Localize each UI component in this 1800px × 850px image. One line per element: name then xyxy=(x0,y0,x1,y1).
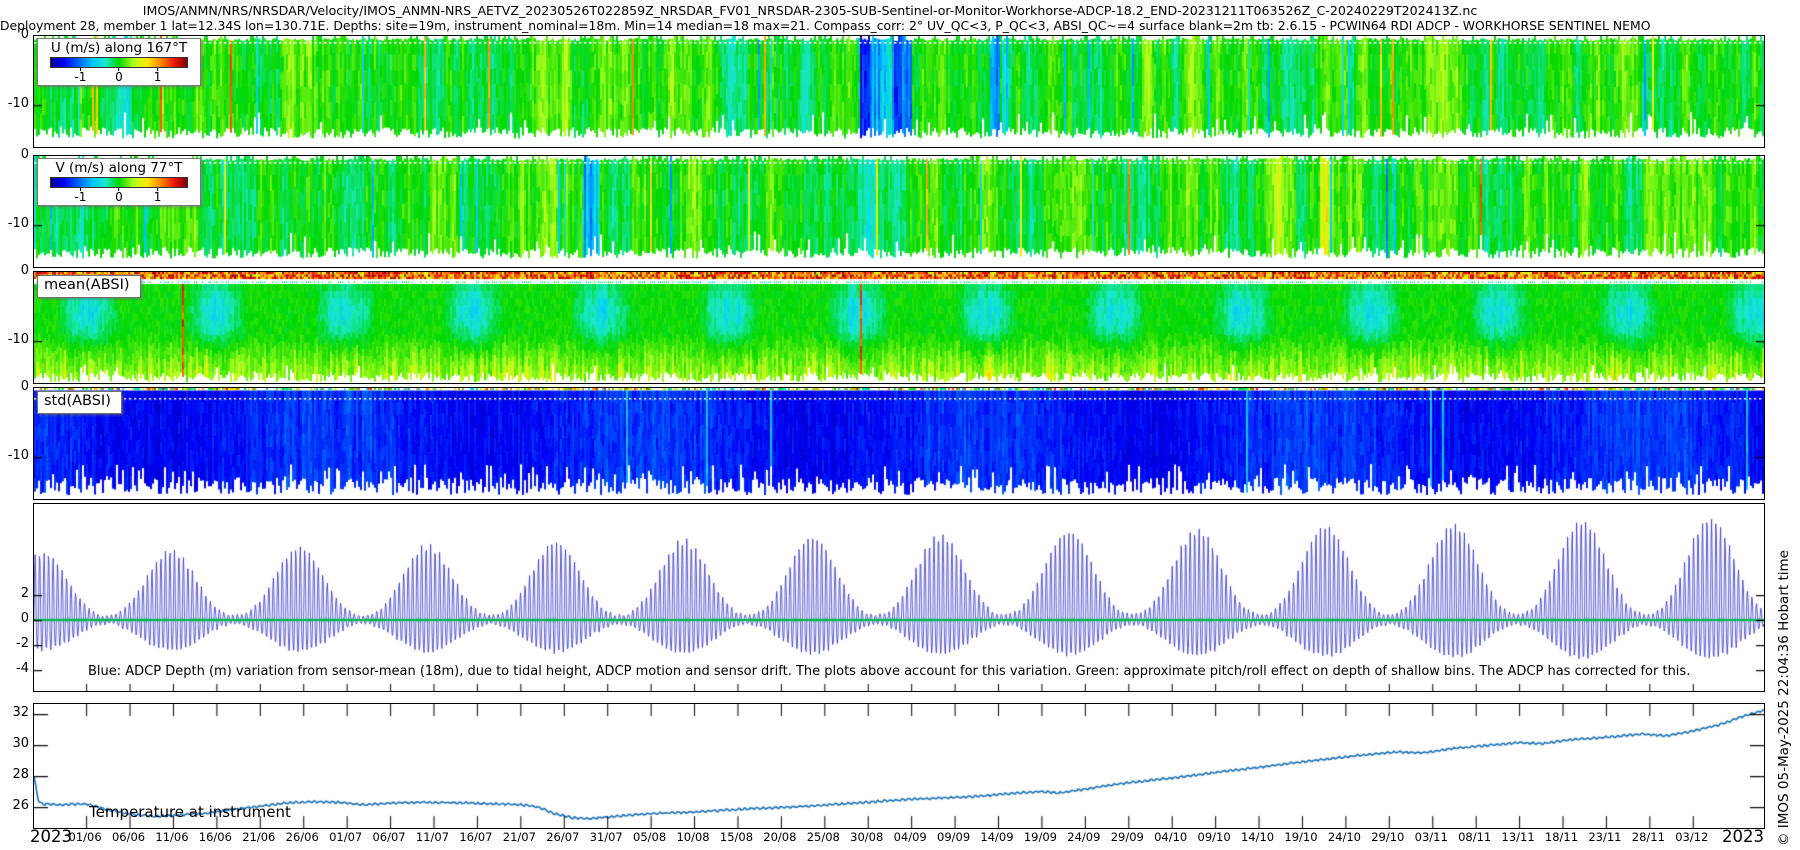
xtick-date-label: 25/08 xyxy=(801,830,845,844)
figure-root: IMOS/ANMN/NRS/NRSDAR/Velocity/IMOS_ANMN-… xyxy=(0,0,1800,850)
xtick-date-label: 31/07 xyxy=(584,830,628,844)
xtick-date-label: 15/08 xyxy=(714,830,758,844)
temperature-label: Temperature at instrument xyxy=(89,803,291,821)
xtick-date-label: 01/07 xyxy=(324,830,368,844)
ytick-temperature: 32 xyxy=(0,705,29,720)
ytick-depth: 0 xyxy=(0,611,29,626)
xtick-date-label: 11/07 xyxy=(410,830,454,844)
xtick-date-label: 19/09 xyxy=(1018,830,1062,844)
ytick-v: 0 xyxy=(0,147,29,162)
u-colorbar-ticks: -1 0 1 xyxy=(50,68,188,83)
ytick-temperature: 28 xyxy=(0,767,29,782)
xtick-date-label: 28/11 xyxy=(1626,830,1670,844)
xtick-date-label: 03/12 xyxy=(1670,830,1714,844)
xtick-date-label: 09/09 xyxy=(932,830,976,844)
xtick-date-label: 20/08 xyxy=(758,830,802,844)
xtick-date-label: 26/06 xyxy=(280,830,324,844)
v-colorbar-tick: 1 xyxy=(154,188,162,203)
ytick-u: 0 xyxy=(0,27,29,42)
xtick-date-label: 14/10 xyxy=(1236,830,1280,844)
xtick-date-label: 11/06 xyxy=(150,830,194,844)
v-colorbar-ticks: -1 0 1 xyxy=(50,188,188,203)
u-colorbar xyxy=(50,57,188,68)
ytick-std_absi: 0 xyxy=(0,379,29,394)
u-legend-title: U (m/s) along 167°T xyxy=(38,40,200,56)
year-label-right: 2023 xyxy=(1722,827,1764,846)
panel-temperature: Temperature at instrument xyxy=(33,703,1765,829)
xtick-date-label: 23/11 xyxy=(1583,830,1627,844)
xtick-date-label: 04/10 xyxy=(1149,830,1193,844)
depth-caption: Blue: ADCP Depth (m) variation from sens… xyxy=(88,664,1748,679)
xtick-date-label: 21/06 xyxy=(237,830,281,844)
mean-absi-label: mean(ABSI) xyxy=(37,275,141,298)
xtick-date-label: 04/09 xyxy=(888,830,932,844)
mean-absi-heatmap-canvas xyxy=(34,272,1764,383)
panel-v-velocity: V (m/s) along 77°T -1 0 1 xyxy=(33,155,1765,268)
xtick-date-label: 03/11 xyxy=(1409,830,1453,844)
panel-mean-absi: mean(ABSI) xyxy=(33,271,1765,384)
v-colorbar-tick: -1 xyxy=(74,188,86,203)
u-colorbar-tick: 1 xyxy=(154,68,162,83)
xtick-date-label: 24/10 xyxy=(1322,830,1366,844)
panel-u-velocity: U (m/s) along 167°T -1 0 1 xyxy=(33,35,1765,148)
title-line-1: IMOS/ANMN/NRS/NRSDAR/Velocity/IMOS_ANMN-… xyxy=(0,3,1620,18)
ytick-depth: -4 xyxy=(0,661,29,676)
v-colorbar-tick: 0 xyxy=(115,188,123,203)
year-label-left: 2023 xyxy=(30,827,72,846)
xtick-date-label: 16/06 xyxy=(193,830,237,844)
u-colorbar-tick: 0 xyxy=(115,68,123,83)
ytick-temperature: 26 xyxy=(0,798,29,813)
xtick-date-label: 14/09 xyxy=(975,830,1019,844)
xtick-date-label: 21/07 xyxy=(497,830,541,844)
v-colorbar xyxy=(50,177,188,188)
ytick-u: -10 xyxy=(0,96,29,111)
xtick-date-label: 30/08 xyxy=(845,830,889,844)
xtick-date-label: 13/11 xyxy=(1496,830,1540,844)
title-line-2: Deployment 28, member 1 lat=12.34S lon=1… xyxy=(0,18,1600,33)
v-colorbar-legend: V (m/s) along 77°T -1 0 1 xyxy=(37,158,201,206)
xtick-date-label: 26/07 xyxy=(541,830,585,844)
watermark: © IMOS 05-May-2025 22:04:36 Hobart time xyxy=(1776,550,1792,846)
depth-variation-canvas xyxy=(34,504,1764,691)
v-velocity-heatmap-canvas xyxy=(34,156,1764,267)
ytick-depth: 2 xyxy=(0,586,29,601)
ytick-mean_absi: 0 xyxy=(0,263,29,278)
u-colorbar-tick: -1 xyxy=(74,68,86,83)
xtick-date-label: 06/07 xyxy=(367,830,411,844)
ytick-v: -10 xyxy=(0,216,29,231)
ytick-std_absi: -10 xyxy=(0,448,29,463)
xtick-date-label: 29/10 xyxy=(1366,830,1410,844)
xtick-date-label: 10/08 xyxy=(671,830,715,844)
v-legend-title: V (m/s) along 77°T xyxy=(38,160,200,176)
u-colorbar-legend: U (m/s) along 167°T -1 0 1 xyxy=(37,38,201,86)
xtick-date-label: 09/10 xyxy=(1192,830,1236,844)
xtick-date-label: 08/11 xyxy=(1453,830,1497,844)
xtick-date-label: 16/07 xyxy=(454,830,498,844)
ytick-mean_absi: -10 xyxy=(0,332,29,347)
temperature-canvas xyxy=(34,704,1764,828)
std-absi-heatmap-canvas xyxy=(34,388,1764,499)
xtick-date-label: 29/09 xyxy=(1105,830,1149,844)
xtick-date-label: 06/06 xyxy=(107,830,151,844)
xtick-date-label: 19/10 xyxy=(1279,830,1323,844)
u-velocity-heatmap-canvas xyxy=(34,36,1764,147)
xtick-date-label: 24/09 xyxy=(1062,830,1106,844)
xtick-date-label: 05/08 xyxy=(628,830,672,844)
panel-std-absi: std(ABSI) xyxy=(33,387,1765,500)
xtick-date-label: 18/11 xyxy=(1540,830,1584,844)
ytick-depth: -2 xyxy=(0,636,29,651)
std-absi-label: std(ABSI) xyxy=(37,391,122,414)
ytick-temperature: 30 xyxy=(0,736,29,751)
